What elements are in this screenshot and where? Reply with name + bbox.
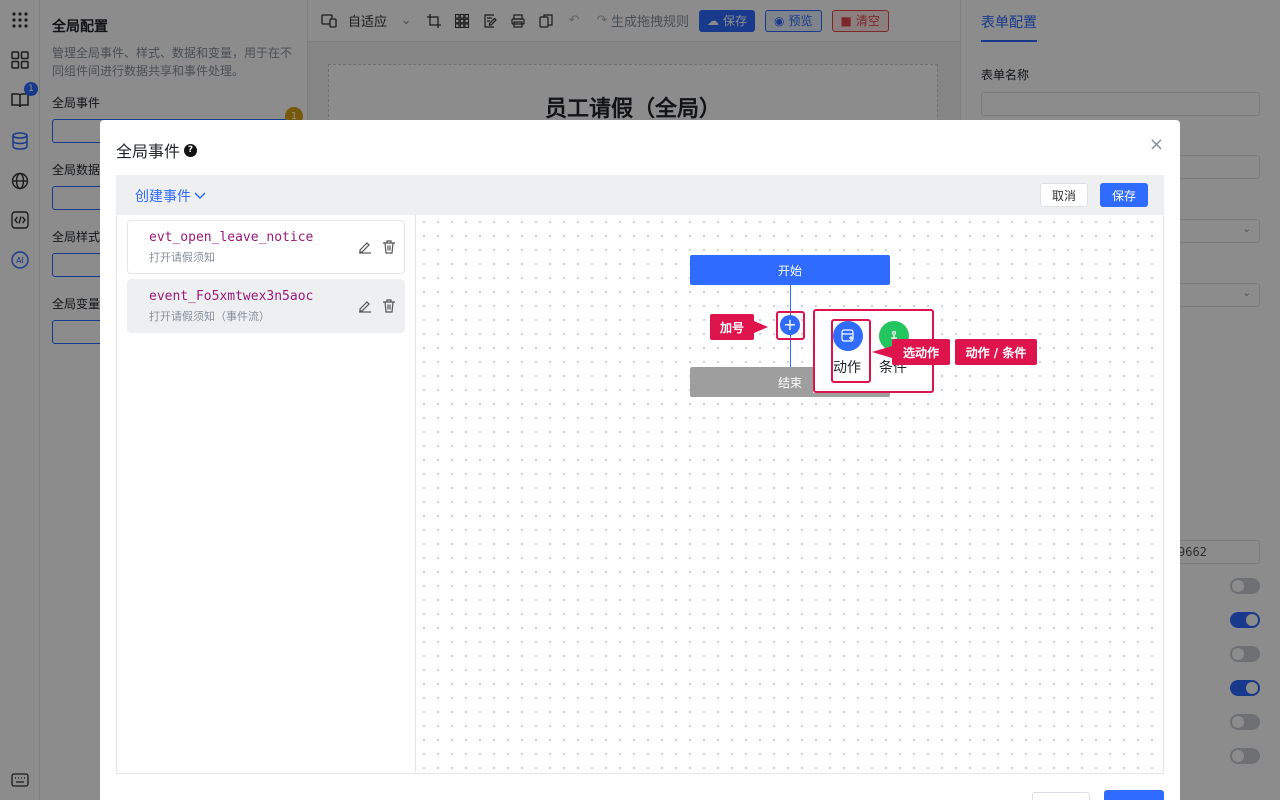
modal-title-text: 全局事件 (116, 142, 181, 161)
global-events-modal: 全局事件 ? × 创建事件 取消 保存 evt_open_leave_notic… (100, 120, 1180, 800)
event-name: evt_open_leave_notice (149, 230, 314, 245)
action-highlight (831, 319, 871, 383)
callout-action-condition: 动作 / 条件 (955, 339, 1037, 365)
footer-cancel-button[interactable] (1032, 792, 1090, 800)
event-list: evt_open_leave_notice 打开请假须知 event_Fo5xm… (117, 215, 416, 773)
delete-icon[interactable] (381, 298, 397, 314)
event-item[interactable]: evt_open_leave_notice 打开请假须知 (127, 220, 405, 274)
event-desc: 打开请假须知 (149, 251, 215, 264)
callout-plus-arrow (754, 321, 768, 333)
modal-action-bar: 创建事件 取消 保存 (116, 175, 1164, 215)
callout-plus: 加号 (710, 314, 754, 340)
callout-select-action-arrow (872, 346, 892, 358)
chevron-down-icon (194, 192, 206, 200)
delete-icon[interactable] (381, 239, 397, 255)
event-flow-canvas[interactable]: 开始 结束 + 动作 条件 加号 选动作 动作 / 条件 (417, 215, 1163, 773)
event-name: event_Fo5xmtwex3n5aoc (149, 289, 314, 304)
create-event-button[interactable]: 创建事件 (135, 186, 206, 206)
create-event-label: 创建事件 (135, 189, 191, 205)
event-desc: 打开请假须知（事件流） (149, 310, 270, 323)
modal-title: 全局事件 ? (116, 138, 198, 162)
edit-icon[interactable] (357, 239, 373, 255)
footer-confirm-button[interactable] (1104, 790, 1164, 800)
event-item[interactable]: event_Fo5xmtwex3n5aoc 打开请假须知（事件流） (127, 279, 405, 333)
plus-highlight (776, 311, 805, 340)
close-icon[interactable]: × (1149, 134, 1164, 155)
help-icon[interactable]: ? (184, 143, 198, 157)
save-button[interactable]: 保存 (1100, 183, 1148, 207)
modal-body: evt_open_leave_notice 打开请假须知 event_Fo5xm… (116, 215, 1164, 774)
cancel-button[interactable]: 取消 (1040, 183, 1088, 207)
edit-icon[interactable] (357, 298, 373, 314)
callout-select-action: 选动作 (892, 339, 950, 365)
flow-start-node[interactable]: 开始 (690, 255, 890, 285)
